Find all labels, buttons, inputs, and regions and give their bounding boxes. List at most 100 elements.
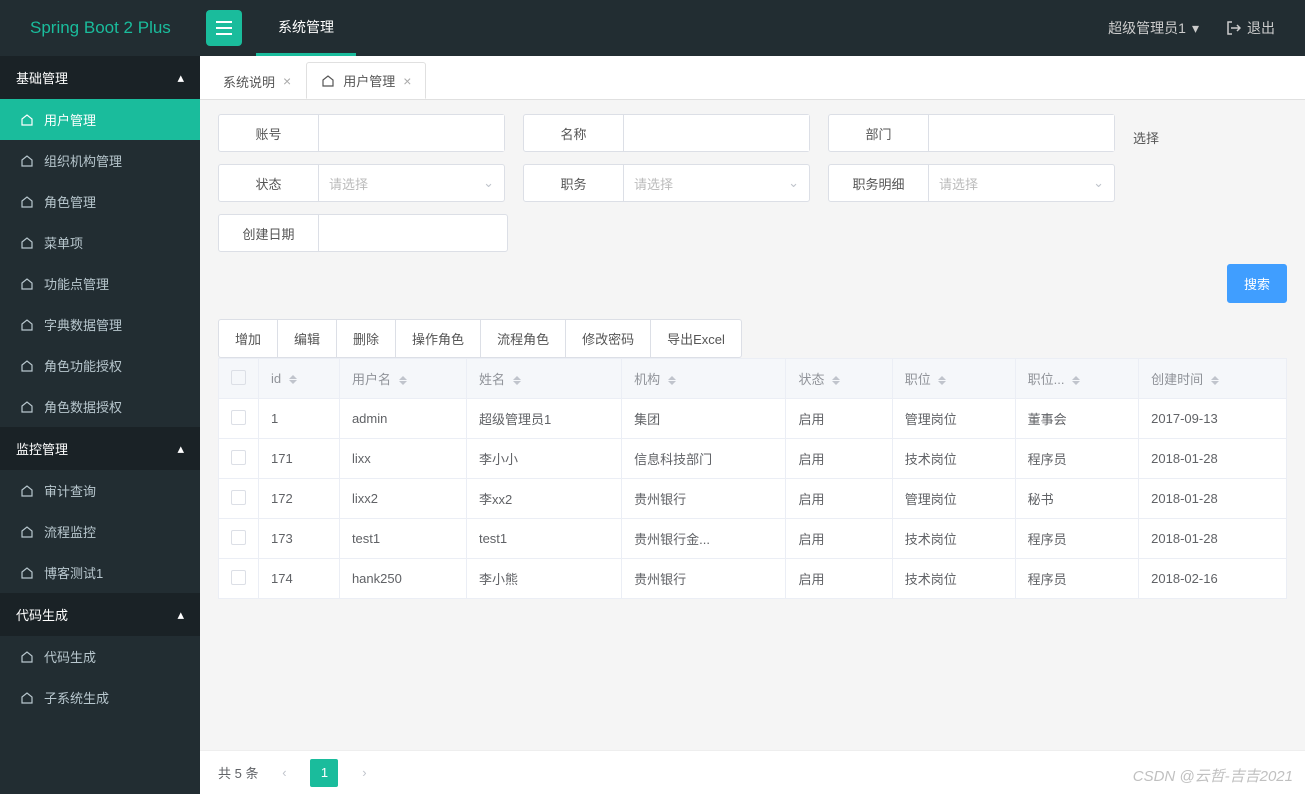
cell-id: 174 (259, 559, 340, 599)
column-header[interactable]: 用户名 (339, 359, 466, 399)
toolbar-button[interactable]: 流程角色 (480, 319, 565, 358)
sidebar-item[interactable]: 角色数据授权 (0, 386, 200, 427)
cell-name: 超级管理员1 (466, 399, 621, 439)
chevron-up-icon: ▴ (177, 70, 184, 86)
caret-down-icon: ▾ (1192, 20, 1199, 37)
cell-user: admin (339, 399, 466, 439)
field-label: 职务明细 (829, 165, 929, 201)
logout-label: 退出 (1247, 18, 1275, 38)
status-select[interactable]: 请选择 ⌄ (319, 165, 504, 201)
toolbar-button[interactable]: 操作角色 (395, 319, 480, 358)
menu-group-header[interactable]: 基础管理▴ (0, 56, 200, 99)
create-date-input[interactable] (319, 215, 504, 251)
dept-input[interactable] (929, 115, 1114, 151)
sidebar-item[interactable]: 功能点管理 (0, 263, 200, 304)
row-checkbox[interactable] (219, 439, 259, 479)
sort-icon[interactable] (938, 376, 946, 385)
column-header[interactable]: 姓名 (466, 359, 621, 399)
main-area: 系统说明×用户管理× 账号 名称 部门 选择 状态 请选择 (200, 56, 1305, 794)
sort-icon[interactable] (832, 376, 840, 385)
sort-icon[interactable] (1211, 376, 1219, 385)
sidebar-toggle-button[interactable] (206, 10, 242, 46)
sidebar-item[interactable]: 组织机构管理 (0, 140, 200, 181)
pagination: 共 5 条 ‹ 1 › (200, 750, 1305, 794)
page-prev-button[interactable]: ‹ (270, 759, 298, 787)
field-label: 部门 (829, 115, 929, 151)
sidebar-item[interactable]: 菜单项 (0, 222, 200, 263)
sidebar-item[interactable]: 字典数据管理 (0, 304, 200, 345)
main-tab-system[interactable]: 系统管理 (256, 0, 356, 56)
sort-icon[interactable] (1072, 376, 1080, 385)
home-icon (20, 525, 34, 539)
column-header[interactable]: 职位 (892, 359, 1015, 399)
sidebar-item-label: 菜单项 (44, 233, 83, 252)
toolbar-button[interactable]: 导出Excel (650, 319, 742, 358)
cell-id: 171 (259, 439, 340, 479)
search-button[interactable]: 搜索 (1227, 264, 1287, 303)
sub-tab[interactable]: 系统说明 × (208, 62, 306, 99)
field-name: 名称 (523, 114, 810, 152)
cell-created: 2018-01-28 (1139, 479, 1287, 519)
sidebar-item[interactable]: 代码生成 (0, 636, 200, 677)
table-row[interactable]: 1admin超级管理员1集团启用管理岗位董事会2017-09-13 (219, 399, 1287, 439)
column-header[interactable]: 职位... (1015, 359, 1139, 399)
sidebar-item-label: 角色功能授权 (44, 356, 122, 375)
page-next-button[interactable]: › (350, 759, 378, 787)
row-checkbox[interactable] (219, 519, 259, 559)
cell-user: lixx2 (339, 479, 466, 519)
sidebar-item[interactable]: 角色功能授权 (0, 345, 200, 386)
toolbar-button[interactable]: 编辑 (277, 319, 336, 358)
page-number[interactable]: 1 (310, 759, 338, 787)
sidebar-item[interactable]: 角色管理 (0, 181, 200, 222)
sort-icon[interactable] (289, 375, 297, 384)
sidebar-item-label: 用户管理 (44, 110, 96, 129)
account-input[interactable] (319, 115, 504, 151)
menu-group-header[interactable]: 监控管理▴ (0, 427, 200, 470)
sort-icon[interactable] (399, 376, 407, 385)
table-row[interactable]: 172lixx2李xx2贵州银行启用管理岗位秘书2018-01-28 (219, 479, 1287, 519)
column-header[interactable]: 状态 (786, 359, 892, 399)
sort-icon[interactable] (513, 376, 521, 385)
home-icon (20, 195, 34, 209)
chevron-up-icon: ▴ (177, 607, 184, 623)
sidebar-item[interactable]: 用户管理 (0, 99, 200, 140)
menu-group-header[interactable]: 代码生成▴ (0, 593, 200, 636)
field-label: 创建日期 (219, 215, 319, 251)
toolbar-button[interactable]: 删除 (336, 319, 395, 358)
sidebar-item[interactable]: 审计查询 (0, 470, 200, 511)
logout-button[interactable]: 退出 (1227, 18, 1275, 38)
sub-tab[interactable]: 用户管理× (306, 62, 426, 99)
checkbox-header[interactable] (219, 359, 259, 399)
toolbar-button[interactable]: 增加 (218, 319, 277, 358)
sidebar-item[interactable]: 流程监控 (0, 511, 200, 552)
row-checkbox[interactable] (219, 399, 259, 439)
close-icon[interactable]: × (403, 73, 411, 89)
choose-link[interactable]: 选择 (1133, 114, 1159, 152)
table-row[interactable]: 173test1test1贵州银行金...启用技术岗位程序员2018-01-28 (219, 519, 1287, 559)
row-checkbox[interactable] (219, 559, 259, 599)
sidebar-item[interactable]: 子系统生成 (0, 677, 200, 718)
cell-name: test1 (466, 519, 621, 559)
user-name-label: 超级管理员1 (1108, 18, 1186, 38)
position-select[interactable]: 请选择 ⌄ (624, 165, 809, 201)
chevron-up-icon: ▴ (177, 441, 184, 457)
toolbar-button[interactable]: 修改密码 (565, 319, 650, 358)
field-status: 状态 请选择 ⌄ (218, 164, 505, 202)
close-icon[interactable]: × (283, 73, 291, 89)
name-input[interactable] (624, 115, 809, 151)
table-row[interactable]: 171lixx李小小信息科技部门启用技术岗位程序员2018-01-28 (219, 439, 1287, 479)
sidebar-item-label: 角色管理 (44, 192, 96, 211)
cell-created: 2017-09-13 (1139, 399, 1287, 439)
column-header[interactable]: id (259, 359, 340, 399)
home-icon (321, 74, 335, 88)
sub-tab-label: 系统说明 (223, 72, 275, 91)
user-dropdown[interactable]: 超级管理员1 ▾ (1108, 18, 1199, 38)
table-row[interactable]: 174hank250李小熊贵州银行启用技术岗位程序员2018-02-16 (219, 559, 1287, 599)
sort-icon[interactable] (668, 376, 676, 385)
column-header[interactable]: 机构 (622, 359, 786, 399)
row-checkbox[interactable] (219, 479, 259, 519)
sidebar-item[interactable]: 博客测试1 (0, 552, 200, 593)
position-detail-select[interactable]: 请选择 ⌄ (929, 165, 1114, 201)
sidebar-item-label: 角色数据授权 (44, 397, 122, 416)
column-header[interactable]: 创建时间 (1139, 359, 1287, 399)
